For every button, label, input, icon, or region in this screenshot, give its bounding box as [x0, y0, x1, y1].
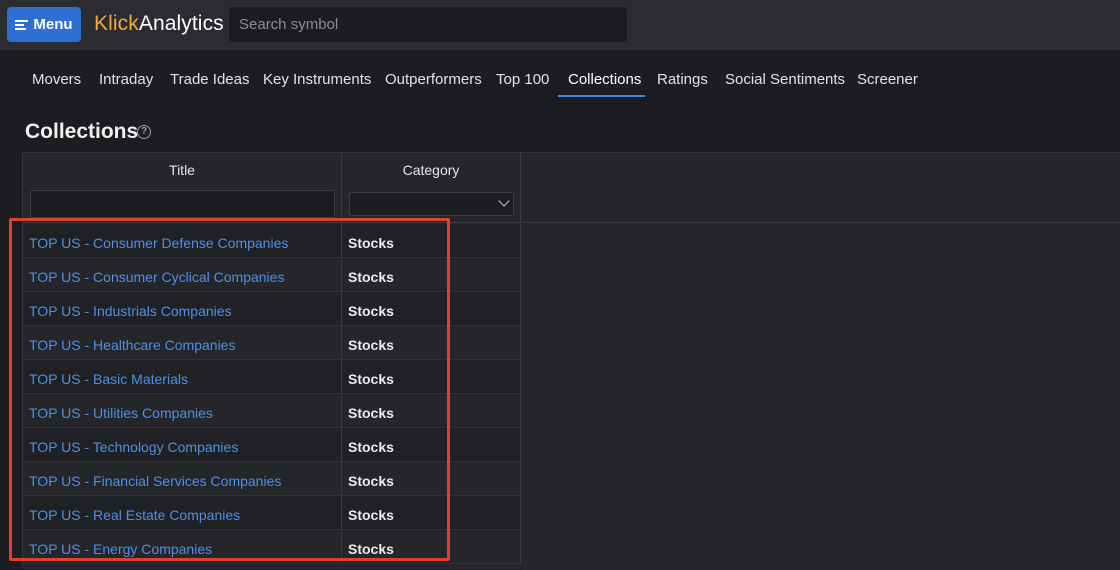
tab-social-sentiments[interactable]: Social Sentiments	[725, 71, 845, 88]
app-logo[interactable]: KlickAnalytics	[94, 12, 224, 36]
row-title-link[interactable]: TOP US - Utilities Companies	[23, 394, 342, 427]
collections-table: Title Category TOP US - Consumer Defense…	[22, 152, 1120, 570]
row-title-link[interactable]: TOP US - Technology Companies	[23, 428, 342, 461]
table-row: TOP US - Healthcare Companies Stocks	[23, 326, 521, 360]
row-title-link[interactable]: TOP US - Consumer Cyclical Companies	[23, 258, 342, 291]
tab-trade-ideas[interactable]: Trade Ideas	[170, 71, 250, 88]
row-category: Stocks	[342, 224, 521, 257]
table-row: TOP US - Consumer Defense Companies Stoc…	[23, 224, 521, 258]
title-filter-input[interactable]	[30, 190, 335, 218]
tab-outperformers[interactable]: Outperformers	[385, 71, 482, 88]
menu-button-label: Menu	[33, 16, 73, 33]
table-row: TOP US - Energy Companies Stocks	[23, 530, 521, 564]
table-header: Title Category	[23, 153, 1120, 223]
tab-movers[interactable]: Movers	[32, 71, 81, 88]
row-title-link[interactable]: TOP US - Consumer Defense Companies	[23, 224, 342, 257]
table-row: TOP US - Basic Materials Stocks	[23, 360, 521, 394]
logo-part-1: Klick	[94, 12, 139, 35]
table-row: TOP US - Financial Services Companies St…	[23, 462, 521, 496]
category-filter-select[interactable]	[349, 192, 514, 216]
page-title: Collections	[25, 120, 139, 143]
search-input[interactable]	[229, 7, 627, 42]
column-header-category[interactable]: Category	[342, 153, 521, 223]
row-category: Stocks	[342, 428, 521, 461]
tab-top-100[interactable]: Top 100	[496, 71, 549, 88]
hamburger-icon	[15, 18, 29, 32]
tab-ratings[interactable]: Ratings	[657, 71, 708, 88]
table-row: TOP US - Real Estate Companies Stocks	[23, 496, 521, 530]
row-title-link[interactable]: TOP US - Industrials Companies	[23, 292, 342, 325]
row-title-link[interactable]: TOP US - Energy Companies	[23, 530, 342, 563]
table-body: TOP US - Consumer Defense Companies Stoc…	[23, 224, 521, 564]
table-row: TOP US - Industrials Companies Stocks	[23, 292, 521, 326]
row-title-link[interactable]: TOP US - Basic Materials	[23, 360, 342, 393]
active-tab-indicator	[558, 95, 645, 97]
row-title-link[interactable]: TOP US - Real Estate Companies	[23, 496, 342, 529]
row-category: Stocks	[342, 326, 521, 359]
row-category: Stocks	[342, 360, 521, 393]
top-bar: Menu KlickAnalytics	[0, 0, 1120, 50]
table-row: TOP US - Technology Companies Stocks	[23, 428, 521, 462]
logo-part-2: Analytics	[138, 12, 224, 35]
row-category: Stocks	[342, 462, 521, 495]
row-category: Stocks	[342, 292, 521, 325]
row-category: Stocks	[342, 530, 521, 563]
tab-screener[interactable]: Screener	[857, 71, 918, 88]
column-header-title[interactable]: Title	[23, 153, 342, 223]
chevron-down-icon	[498, 195, 510, 207]
column-category-label: Category	[402, 162, 460, 178]
table-row: TOP US - Utilities Companies Stocks	[23, 394, 521, 428]
row-category: Stocks	[342, 496, 521, 529]
row-title-link[interactable]: TOP US - Financial Services Companies	[23, 462, 342, 495]
help-icon[interactable]: ?	[137, 125, 151, 139]
row-category: Stocks	[342, 258, 521, 291]
menu-button[interactable]: Menu	[7, 7, 81, 42]
table-empty-area	[521, 224, 1120, 570]
table-row: TOP US - Consumer Cyclical Companies Sto…	[23, 258, 521, 292]
row-category: Stocks	[342, 394, 521, 427]
tab-key-instruments[interactable]: Key Instruments	[263, 71, 371, 88]
column-title-label: Title	[169, 162, 195, 178]
row-title-link[interactable]: TOP US - Healthcare Companies	[23, 326, 342, 359]
tab-collections[interactable]: Collections	[568, 71, 641, 88]
tab-intraday[interactable]: Intraday	[99, 71, 153, 88]
